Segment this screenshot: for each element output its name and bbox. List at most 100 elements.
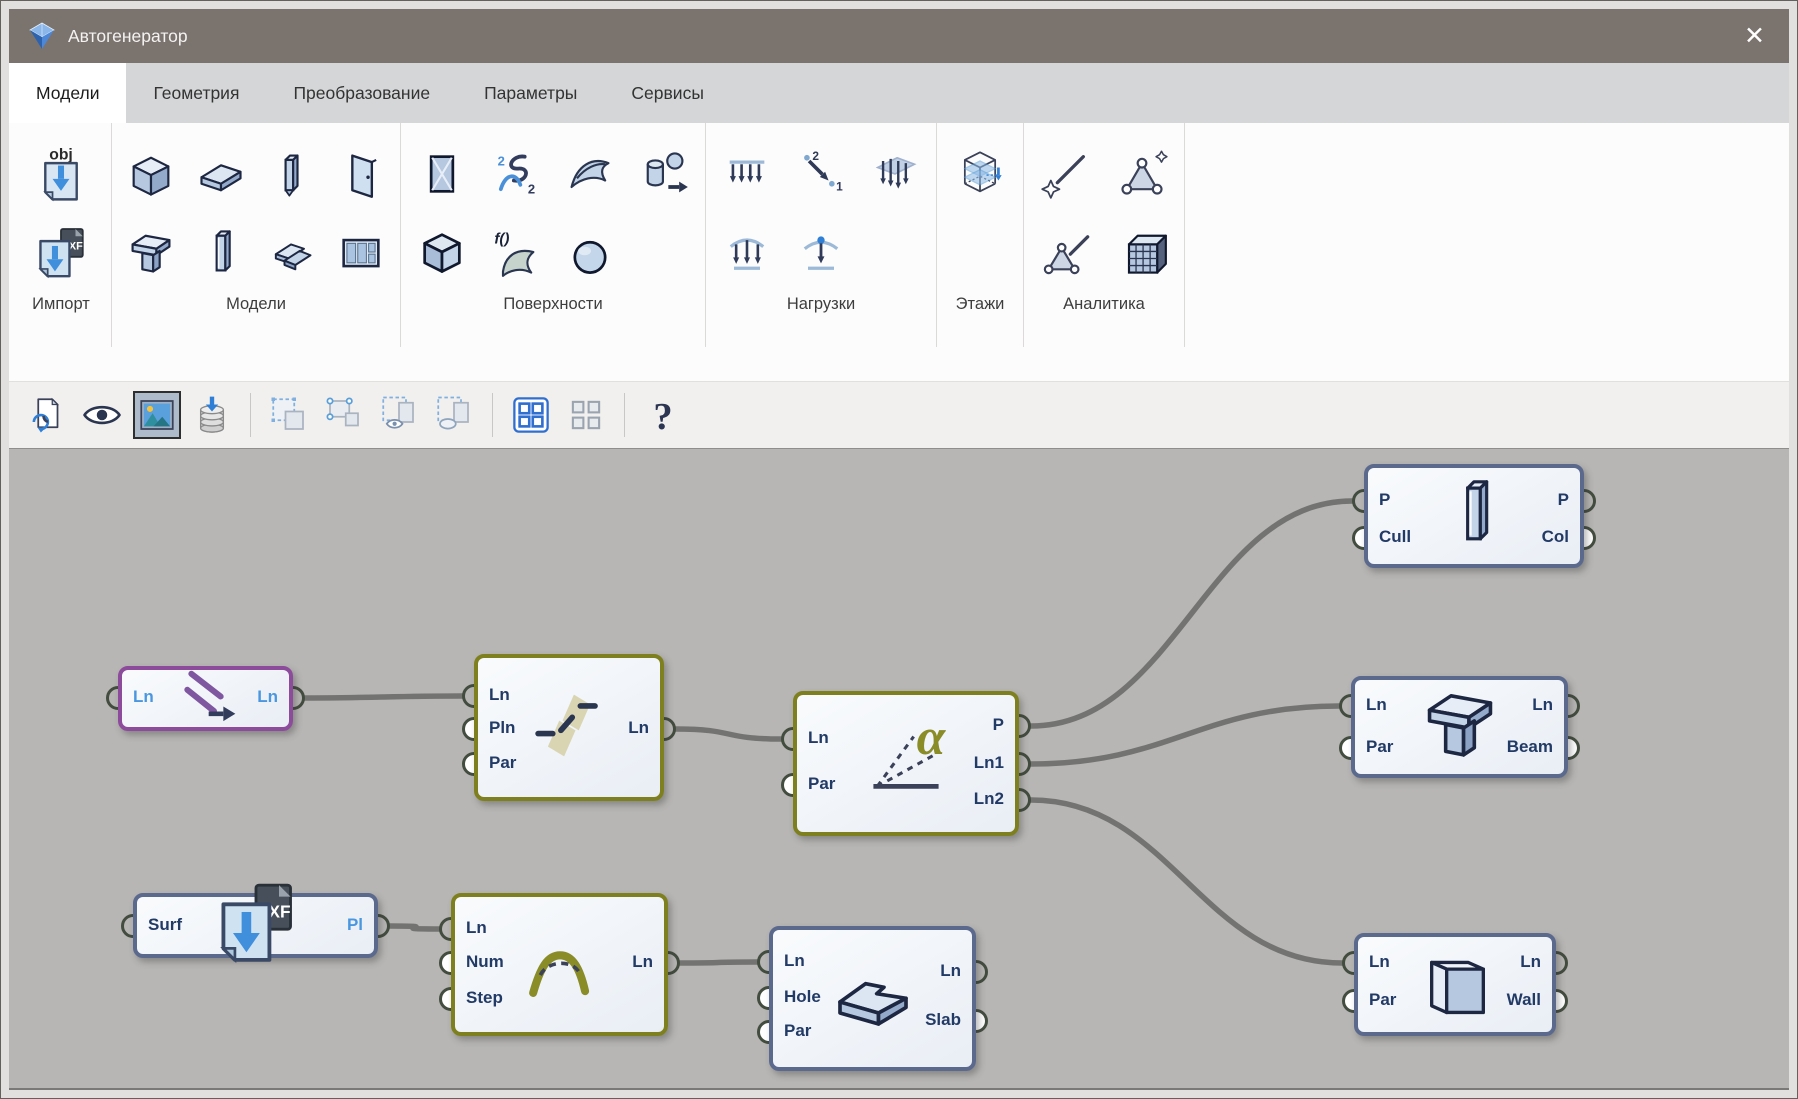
analytic-triangle-line-icon — [1040, 226, 1092, 278]
ribbon-surface-func-button[interactable] — [481, 213, 551, 291]
port-label: Slab — [925, 1010, 961, 1030]
wire[interactable] — [1031, 501, 1352, 726]
ribbon-load-distributed-button[interactable] — [712, 135, 782, 213]
port-label: Ln — [1369, 952, 1390, 972]
ribbon-group-surfaces: Поверхности — [401, 123, 706, 347]
surface-shell-icon — [564, 148, 616, 200]
toolbar-select-move-button — [265, 391, 313, 439]
ribbon-box-button[interactable] — [118, 135, 184, 213]
port-label: Ln — [632, 952, 653, 972]
node-wall[interactable]: LnParLnWall — [1354, 933, 1556, 1036]
ribbon-analytic-triangle-star-button[interactable] — [1106, 135, 1178, 213]
wire[interactable] — [680, 962, 757, 963]
node-slab[interactable]: LnHoleParLnSlab — [769, 926, 976, 1071]
toolbar-layout-grid-large-button[interactable] — [507, 391, 555, 439]
ribbon-floors-button[interactable] — [943, 135, 1017, 213]
box-icon — [125, 148, 177, 200]
toolbar-separator — [492, 393, 493, 437]
toolbar-bake-data-button[interactable] — [188, 391, 236, 439]
panel-icon — [265, 148, 317, 200]
import-obj-icon — [32, 145, 90, 203]
node-body — [1354, 933, 1556, 1036]
toolbar-preview-button[interactable] — [78, 391, 126, 439]
ribbon-window-button[interactable] — [328, 213, 394, 291]
ribbon-group-label: Поверхности — [503, 295, 602, 314]
ribbon-import-obj-button[interactable] — [17, 135, 105, 213]
tab-modeli[interactable]: Модели — [9, 63, 126, 123]
ribbon-group-models: Модели — [112, 123, 401, 347]
ribbon-door-button[interactable] — [328, 135, 394, 213]
refresh-document-icon — [26, 394, 68, 436]
node-angle[interactable]: LnParPLn1Ln2 — [793, 691, 1019, 836]
port-label: Pl — [347, 915, 363, 935]
ribbon-import-dxf-button[interactable] — [17, 213, 105, 291]
wire[interactable] — [305, 696, 462, 698]
node-beam[interactable]: LnParLnBeam — [1351, 676, 1568, 778]
ribbon-analytic-triangle-line-button[interactable] — [1030, 213, 1102, 291]
port-label: Ln — [808, 728, 829, 748]
node-divide[interactable]: LnPlnParLn — [474, 654, 664, 801]
ribbon-surface-box-button[interactable] — [407, 213, 477, 291]
ribbon-surface-shell-button[interactable] — [555, 135, 625, 213]
toolbar-refresh-document-button[interactable] — [23, 391, 71, 439]
port-label: Ln — [1366, 695, 1387, 715]
ribbon-analytic-line-button[interactable] — [1030, 135, 1102, 213]
ramp-icon — [265, 226, 317, 278]
ribbon-empty-cell — [943, 213, 1017, 291]
wire[interactable] — [1031, 800, 1342, 963]
close-button[interactable]: ✕ — [1738, 23, 1771, 50]
ribbon-load-arc-button[interactable] — [712, 213, 782, 291]
ribbon-column-button[interactable] — [188, 213, 254, 291]
ribbon-surface-sphere-button[interactable] — [555, 213, 625, 291]
tab-servisy[interactable]: Сервисы — [604, 63, 731, 123]
wire[interactable] — [390, 926, 439, 929]
tab-geometriya[interactable]: Геометрия — [126, 63, 266, 123]
ribbon-group-floors: Этажи — [937, 123, 1024, 347]
node-arc[interactable]: LnNumStepLn — [451, 893, 668, 1036]
node-column[interactable]: PCullPCol — [1364, 464, 1584, 568]
ribbon-analytic-mesh-button[interactable] — [1106, 213, 1178, 291]
ribbon-surface-rect-button[interactable] — [407, 135, 477, 213]
port-label: Ln — [940, 961, 961, 981]
ribbon-slab-button[interactable] — [188, 135, 254, 213]
analytic-line-icon — [1040, 148, 1092, 200]
titlebar[interactable]: Автогенератор ✕ — [9, 9, 1789, 63]
toolbar-separator — [624, 393, 625, 437]
tab-parametry[interactable]: Параметры — [457, 63, 604, 123]
layout-grid-small-icon — [565, 394, 607, 436]
ribbon-load-arc-point-button[interactable] — [786, 213, 856, 291]
ribbon-empty-cell — [629, 213, 699, 291]
ribbon-tbeam-button[interactable] — [118, 213, 184, 291]
ribbon-load-slab-button[interactable] — [860, 135, 930, 213]
toolbar-show-image-button[interactable] — [133, 391, 181, 439]
analytic-triangle-star-icon — [1116, 148, 1168, 200]
load-distributed-icon — [721, 148, 773, 200]
port-label: Ln — [1520, 952, 1541, 972]
port-label: Ln — [466, 918, 487, 938]
ribbon-load-point-button[interactable] — [786, 135, 856, 213]
ribbon-panel-button[interactable] — [258, 135, 324, 213]
node-canvas[interactable]: LnLnLnPlnParLnLnParPLn1Ln2PCullPColLnPar… — [9, 448, 1789, 1090]
ribbon-surface-curves-button[interactable] — [481, 135, 551, 213]
column-icon — [195, 226, 247, 278]
ribbon-ramp-button[interactable] — [258, 213, 324, 291]
window-frame: Автогенератор ✕ МоделиГеометрияПреобразо… — [0, 0, 1798, 1099]
toolbar-help-button[interactable] — [639, 391, 687, 439]
ribbon-surface-extrude-button[interactable] — [629, 135, 699, 213]
layout-grid-large-icon — [510, 394, 552, 436]
help-icon — [642, 394, 684, 436]
preview-eye-icon — [81, 394, 123, 436]
toolbar-select-show-button — [375, 391, 423, 439]
wire[interactable] — [676, 729, 781, 739]
port-label: Col — [1542, 527, 1569, 547]
ribbon-group-label: Импорт — [32, 295, 90, 314]
port-label: Pln — [489, 718, 515, 738]
node-move-lines[interactable]: LnLn — [118, 666, 293, 731]
port-label: Wall — [1507, 990, 1541, 1010]
node-import-dxf-surface[interactable]: SurfPl — [133, 893, 378, 958]
node-body — [1364, 464, 1584, 568]
tab-preobrazovanie[interactable]: Преобразование — [266, 63, 457, 123]
port-label: Beam — [1507, 737, 1553, 757]
toolbar-layout-grid-small-button[interactable] — [562, 391, 610, 439]
ribbon-group-label: Аналитика — [1063, 295, 1145, 314]
